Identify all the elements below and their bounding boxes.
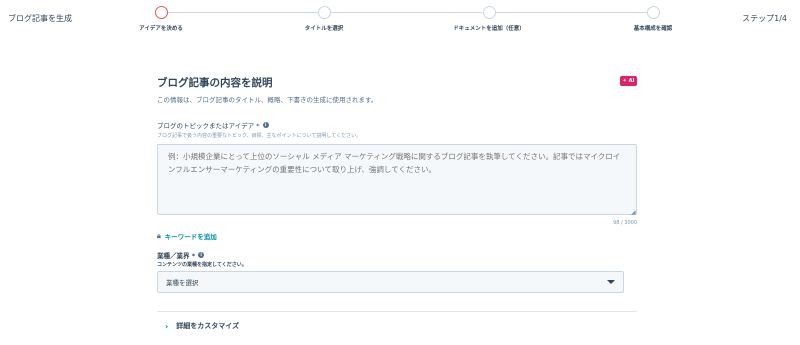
topic-field-help: ブログ記事で扱う内容の重要なトピック、目標、主なポイントについて説明してください…: [157, 133, 362, 139]
industry-select[interactable]: 業種を選択: [157, 271, 624, 293]
customize-label: 詳細をカスタマイズ: [176, 322, 240, 330]
industry-field-help: コンテンツの業種を指定してください。: [157, 262, 247, 268]
step-label: ドキュメントを追加（任意）: [453, 26, 525, 32]
step-label: アイデアを決める: [139, 26, 183, 32]
progress-stepper: アイデアを決める タイトルを選択 ドキュメントを追加（任意） 基本構成を確認: [0, 0, 800, 40]
step-label: 基本構成を確認: [633, 26, 673, 32]
industry-field-label: 業種／業界 * i: [157, 250, 205, 260]
industry-select-value: 業種を選択: [166, 279, 199, 287]
chevron-right-icon: ›: [165, 321, 169, 331]
info-icon[interactable]: i: [262, 122, 269, 128]
industry-label-text: 業種／業界 *: [157, 252, 196, 260]
topic-textarea[interactable]: [157, 144, 637, 215]
info-icon[interactable]: i: [198, 252, 205, 258]
step-circle-icon: [317, 6, 331, 19]
step-title[interactable]: タイトルを選択: [269, 6, 379, 32]
add-keyword-label: キーワードを追加: [164, 233, 217, 241]
lock-icon: 🔒︎: [157, 231, 161, 240]
topic-field-label: ブログのトピックまたはアイデア * i: [157, 120, 269, 130]
topic-label-text: ブログのトピックまたはアイデア *: [157, 122, 260, 130]
step-documents[interactable]: ドキュメントを追加（任意）: [434, 6, 544, 32]
form-title: ブログ記事の内容を説明: [157, 77, 273, 89]
step-circle-icon: [482, 6, 496, 19]
step-circle-icon: [646, 6, 660, 19]
customize-details-toggle[interactable]: › 詳細をカスタマイズ: [165, 321, 239, 331]
form-subtitle: この情報は、ブログ記事のタイトル、概略、下書きの生成に使用されます。: [157, 96, 378, 104]
character-count: 98 / 3000: [613, 220, 637, 226]
step-label: タイトルを選択: [304, 26, 344, 32]
caret-down-icon: [607, 280, 615, 284]
step-circle-icon: [154, 6, 168, 19]
step-outline[interactable]: 基本構成を確認: [598, 6, 708, 32]
ai-badge: ✦ AI: [620, 76, 637, 86]
step-idea[interactable]: アイデアを決める: [106, 6, 216, 32]
resize-handle-icon[interactable]: ◢: [631, 209, 636, 216]
add-keyword-link[interactable]: 🔒︎ キーワードを追加: [157, 231, 217, 242]
divider: [157, 311, 637, 312]
